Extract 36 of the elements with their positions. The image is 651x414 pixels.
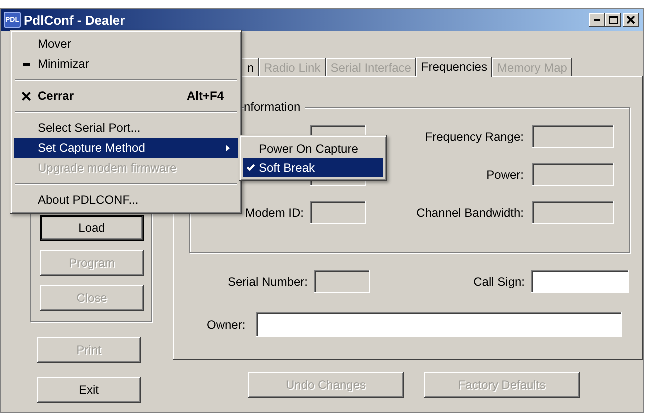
menu-item[interactable]: Soft Break — [243, 158, 383, 177]
minimize-button[interactable] — [589, 13, 605, 27]
menu-item[interactable]: Set Capture Method — [14, 138, 238, 158]
menu-item[interactable]: Minimizar — [14, 54, 238, 74]
minimize-icon — [22, 62, 30, 66]
field-label: Serial Number: — [226, 274, 308, 288]
close-button[interactable] — [623, 13, 639, 27]
action-button[interactable]: Exit — [37, 377, 141, 403]
input-field[interactable] — [256, 312, 622, 337]
field-label: Frequency Range: — [424, 130, 524, 144]
close-icon — [22, 92, 30, 100]
maximize-button[interactable] — [605, 13, 621, 27]
maximize-icon — [608, 16, 618, 24]
input-field[interactable] — [532, 201, 614, 224]
field-label: Owner: — [207, 318, 246, 332]
field-label: Channel Bandwidth: — [416, 206, 524, 220]
close-icon — [627, 16, 635, 24]
input-field[interactable] — [532, 163, 614, 186]
input-field[interactable] — [532, 125, 614, 148]
tab[interactable]: Frequencies — [416, 57, 492, 77]
action-button[interactable]: Load — [40, 215, 144, 241]
menu-item[interactable]: Cerrar Alt+F4 — [14, 86, 238, 106]
input-field[interactable] — [314, 270, 370, 293]
menu-item[interactable]: Select Serial Port... — [14, 118, 238, 138]
field-label: Power: — [486, 168, 524, 182]
field-label: Call Sign: — [472, 274, 525, 288]
input-field[interactable] — [310, 201, 366, 224]
submenu-arrow-icon — [226, 144, 230, 152]
menu-item[interactable]: About PDLCONF... — [14, 190, 238, 210]
field-label: Modem ID: — [244, 206, 304, 220]
input-field[interactable] — [531, 270, 629, 293]
menu-item[interactable]: Power On Capture — [243, 139, 383, 158]
group-title: nformation — [244, 100, 305, 114]
window-title: PdlConf - Dealer — [24, 12, 126, 28]
minimize-icon — [594, 19, 600, 21]
menu-item[interactable]: Mover — [14, 34, 238, 54]
